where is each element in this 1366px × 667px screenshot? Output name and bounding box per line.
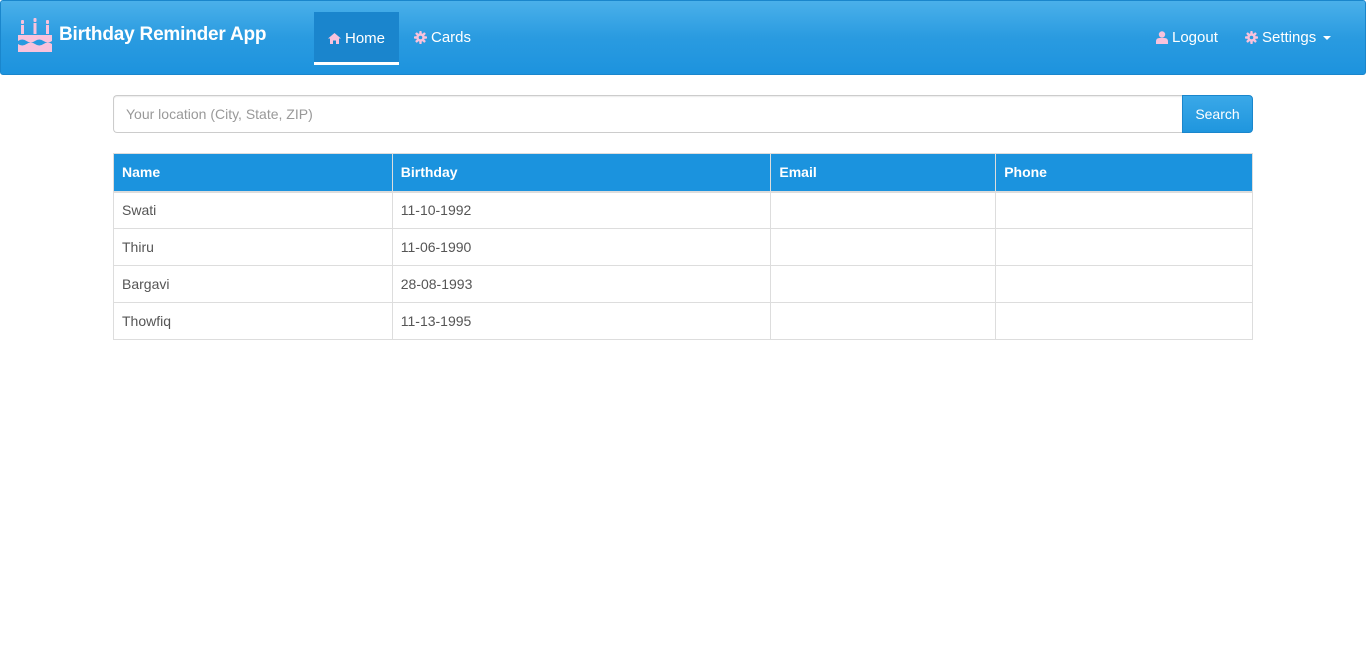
cell-phone (995, 302, 1253, 340)
cell-email (770, 302, 997, 340)
cell-phone (995, 265, 1253, 303)
nav-logout[interactable]: Logout (1156, 12, 1218, 62)
table-row[interactable]: Thiru 11-06-1990 (113, 228, 1253, 266)
location-search-input[interactable] (113, 95, 1182, 133)
caret-down-icon (1323, 36, 1332, 40)
header-birthday[interactable]: Birthday (391, 153, 772, 193)
search-button[interactable]: Search (1182, 95, 1253, 133)
cell-birthday: 11-06-1990 (391, 228, 772, 266)
app-title: Birthday Reminder App (59, 24, 267, 45)
nav-logout-label: Logout (1172, 28, 1218, 46)
birthday-table: Name Birthday Email Phone Swati 11-10-19… (113, 153, 1253, 340)
cell-name: Thowfiq (113, 302, 393, 340)
brand-link[interactable]: Birthday Reminder App (16, 15, 266, 55)
table-row[interactable]: Swati 11-10-1992 (113, 191, 1253, 229)
cell-name: Bargavi (113, 265, 393, 303)
cell-phone (995, 228, 1253, 266)
birthday-cake-icon (18, 18, 52, 52)
cell-phone (995, 191, 1253, 229)
home-icon (327, 33, 341, 44)
header-name[interactable]: Name (113, 153, 393, 193)
table-row[interactable]: Bargavi 28-08-1993 (113, 265, 1253, 303)
cell-birthday: 11-10-1992 (391, 191, 772, 229)
nav-home-label: Home (344, 30, 385, 47)
cell-email (770, 228, 997, 266)
table-row[interactable]: Thowfiq 11-13-1995 (113, 302, 1253, 340)
location-search-group: Search (113, 95, 1253, 133)
top-navbar: Birthday Reminder App Home Cards Logout … (0, 0, 1366, 75)
cell-birthday: 28-08-1993 (391, 265, 772, 303)
cell-name: Swati (113, 191, 393, 229)
nav-cards-label: Cards (431, 28, 472, 46)
cell-email (770, 191, 997, 229)
nav-home[interactable]: Home (314, 12, 399, 65)
cell-email (770, 265, 997, 303)
gear-icon (1245, 30, 1258, 44)
nav-settings-dropdown[interactable]: Settings (1245, 12, 1332, 62)
header-email[interactable]: Email (770, 153, 997, 193)
nav-settings-label: Settings (1262, 28, 1317, 46)
header-phone[interactable]: Phone (995, 153, 1253, 193)
gear-icon (414, 30, 427, 44)
cell-birthday: 11-13-1995 (391, 302, 772, 340)
table-header-row: Name Birthday Email Phone (113, 153, 1253, 193)
nav-cards[interactable]: Cards (414, 12, 471, 62)
user-icon (1156, 30, 1168, 44)
cell-name: Thiru (113, 228, 393, 266)
